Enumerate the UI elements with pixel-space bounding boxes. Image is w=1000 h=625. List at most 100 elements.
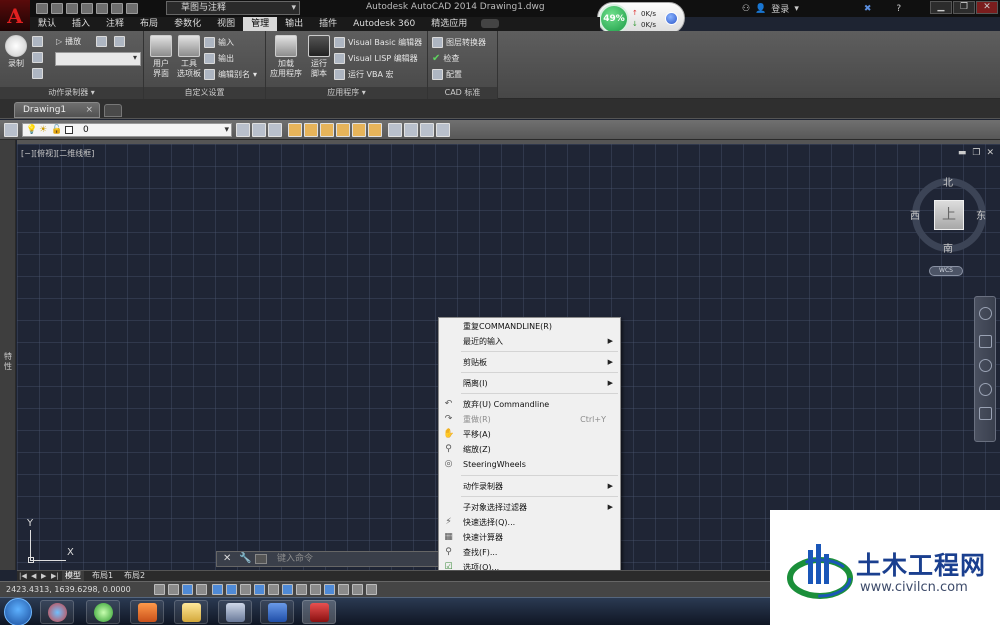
action-recorder-title[interactable]: 动作录制器 ▾ [0,87,143,99]
manage-recordings-button[interactable] [114,35,125,48]
menu-item-isolate[interactable]: 隔离(I) ▶ [439,376,620,391]
restore-icon[interactable]: ❐ [972,148,980,158]
base-point-button[interactable] [32,67,43,80]
minimize-icon[interactable]: ▬ [958,148,967,158]
annotation-monitor-icon[interactable] [352,584,363,595]
save-as-icon[interactable] [81,3,93,14]
applications-title[interactable]: 应用程序 ▾ [266,87,427,99]
close-icon[interactable]: × [85,103,93,117]
application-menu-button[interactable]: A [0,0,30,32]
tab-view[interactable]: 视图 [209,17,243,31]
3d-object-snap-icon[interactable] [240,584,251,595]
layer-properties-icon[interactable] [4,123,18,137]
record-button[interactable]: 录制 [2,35,30,69]
redo-icon[interactable] [126,3,138,14]
last-layout-icon[interactable]: ▶| [51,572,59,580]
compass-east[interactable]: 东 [976,207,986,222]
save-icon[interactable] [66,3,78,14]
lisp-editor-button[interactable]: Visual LISP 编辑器 [334,52,418,65]
dynamic-ucs-icon[interactable] [268,584,279,595]
taskbar-app-autocad[interactable] [302,600,336,624]
layer-match-icon[interactable] [252,123,266,137]
dynamic-input-icon[interactable] [282,584,293,595]
tab-default[interactable]: 默认 [30,17,64,31]
polar-tracking-icon[interactable] [212,584,223,595]
taskbar-app-pdf[interactable] [130,600,164,624]
compass-north[interactable]: 北 [943,174,953,189]
accelerate-ball-icon[interactable] [665,12,678,25]
taskbar-app-word[interactable] [260,600,294,624]
viewport-controls-label[interactable]: [−][俯视][二维线框] [21,148,94,159]
open-file-icon[interactable] [51,3,63,14]
new-tab-button[interactable] [104,104,122,117]
menu-item-quick-calc[interactable]: ▦ 快速计算器 [439,530,620,545]
run-vba-button[interactable]: 运行 VBA 宏 [334,68,394,81]
viewcube[interactable]: 上 北 南 西 东 [910,178,986,255]
request-input-button[interactable] [32,51,43,64]
taskbar-app-360[interactable] [40,600,74,624]
tab-annotate[interactable]: 注释 [98,17,132,31]
taskbar-app-explorer[interactable] [174,600,208,624]
next-layout-icon[interactable]: ▶ [41,572,49,580]
insert-message-button[interactable] [32,35,43,48]
menu-item-undo[interactable]: ↶ 放弃(U) Commandline [439,397,620,412]
load-application-button[interactable]: 加载 应用程序 [268,35,304,79]
grid-display-icon[interactable] [182,584,193,595]
user-icon[interactable]: 👤 [755,4,766,14]
selection-cycling-icon[interactable] [338,584,349,595]
wcs-menu[interactable]: WCS [929,266,963,276]
exchange-icon[interactable]: ✖ [864,4,872,14]
workspace-selector[interactable]: 草图与注释 ▾ [166,1,300,15]
configure-button[interactable]: 配置 [432,68,462,81]
menu-item-clipboard[interactable]: 剪贴板 ▶ [439,355,620,370]
taskbar-app-browser[interactable] [86,600,120,624]
tool-palettes-button[interactable]: 工具 选项板 [174,35,204,79]
vba-editor-button[interactable]: Visual Basic 编辑器 [334,36,422,49]
compass-south[interactable]: 南 [943,240,953,255]
layer-dropdown[interactable]: 💡 ☀ 🔓 0 ▾ [22,123,232,137]
ortho-mode-icon[interactable] [196,584,207,595]
tab-featured-apps[interactable]: 精选应用 [423,17,475,31]
tab-manage[interactable]: 管理 [243,17,278,31]
prev-layout-icon[interactable]: ◀ [31,572,39,580]
import-button[interactable]: 输入 [204,36,234,49]
minimize-button[interactable]: ▁ [930,1,952,14]
layer-unisolate-icon[interactable] [304,123,318,137]
layer-off-icon[interactable] [320,123,334,137]
layer-previous-icon[interactable] [268,123,282,137]
check-button[interactable]: ✔ 检查 [432,52,459,65]
make-current-icon[interactable] [236,123,250,137]
snap-mode-icon[interactable] [168,584,179,595]
first-layout-icon[interactable]: |◀ [19,572,27,580]
viewcube-top-face[interactable]: 上 [934,200,964,230]
run-script-button[interactable]: 运行 脚本 [304,35,334,79]
menu-item-steeringwheels[interactable]: ◎ SteeringWheels [439,457,620,472]
start-button[interactable] [4,598,32,625]
edit-aliases-button[interactable]: 编辑别名 ▾ [204,68,257,81]
object-snap-icon[interactable] [226,584,237,595]
recent-commands-icon[interactable] [255,554,267,564]
binoculars-icon[interactable]: ⚇ [742,4,750,14]
orbit-icon[interactable] [979,383,992,396]
layer-lock-icon[interactable] [368,123,382,137]
infer-constraints-icon[interactable] [154,584,165,595]
quick-properties-icon[interactable] [324,584,335,595]
steering-wheel-icon[interactable] [979,307,992,320]
showmotion-icon[interactable] [979,407,992,420]
pan-icon[interactable] [979,335,992,348]
preferences-button[interactable] [96,35,107,48]
undo-icon[interactable] [111,3,123,14]
command-input[interactable]: 键入命令 [277,552,313,566]
close-button[interactable]: ✕ [976,1,998,14]
menu-item-repeat-commandline[interactable]: 重复COMMANDLINE(R) [439,319,620,334]
transparency-icon[interactable] [310,584,321,595]
new-file-icon[interactable] [36,3,48,14]
lineweight-icon[interactable] [296,584,307,595]
macro-dropdown[interactable]: ▾ [55,52,141,66]
print-icon[interactable] [96,3,108,14]
layer-change-icon[interactable] [436,123,450,137]
menu-item-pan[interactable]: ✋ 平移(A) [439,427,620,442]
tab-insert[interactable]: 插入 [64,17,98,31]
tab-plugins[interactable]: 插件 [311,17,345,31]
close-icon[interactable]: ✕ [986,148,994,158]
